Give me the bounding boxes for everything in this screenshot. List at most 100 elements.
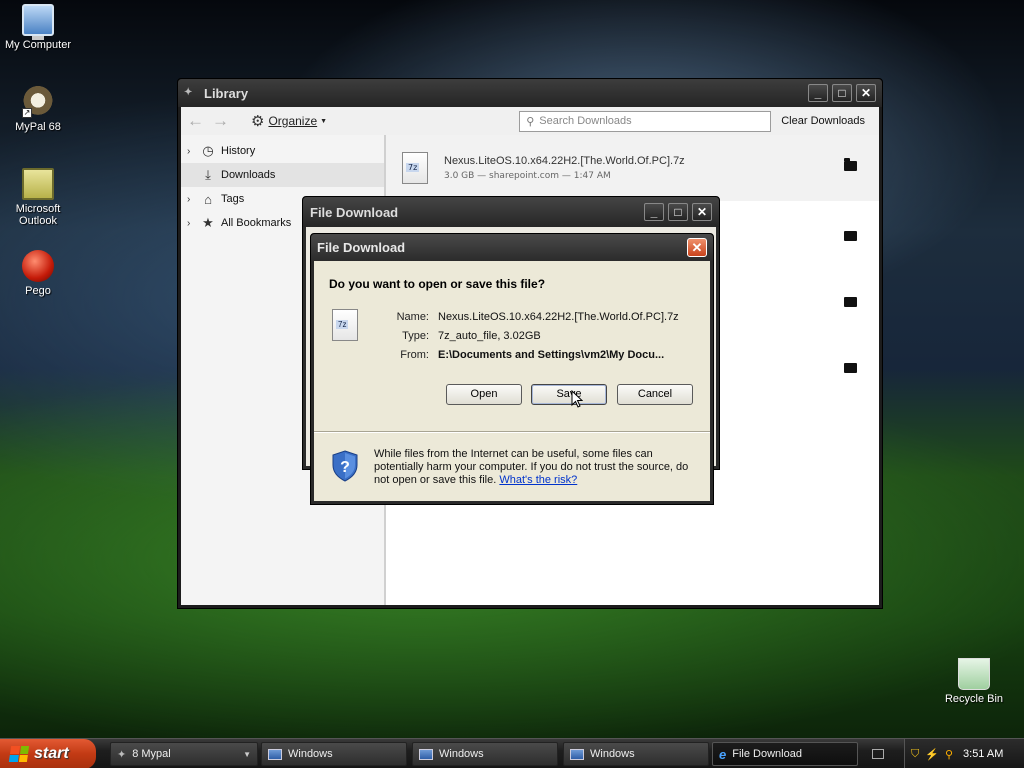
sidebar-item-label: History xyxy=(221,145,256,157)
from-label: From: xyxy=(400,349,429,361)
search-icon: ⚲ xyxy=(526,115,535,128)
library-toolbar: ← → ⚙ Organize ▼ ⚲ Search Downloads Clea… xyxy=(181,107,879,135)
taskbar-item-label: 8 Mypal xyxy=(132,748,171,760)
taskbar-item-windows-2[interactable]: Windows xyxy=(412,742,558,766)
window-icon xyxy=(419,748,433,760)
taskbar-item-file-download[interactable]: e File Download xyxy=(712,742,858,766)
close-button[interactable]: ✕ xyxy=(692,203,712,221)
save-button[interactable]: Save xyxy=(531,384,607,405)
open-button[interactable]: Open xyxy=(446,384,522,405)
search-downloads-input[interactable]: ⚲ Search Downloads xyxy=(519,110,772,132)
computer-icon xyxy=(22,4,54,40)
sidebar-item-history[interactable]: › ◷ History xyxy=(181,139,384,163)
forward-arrow-icon[interactable]: → xyxy=(212,111,229,131)
desktop-icon-mypal[interactable]: ↗ MyPal 68 xyxy=(0,86,78,133)
name-label: Name: xyxy=(396,311,429,323)
download-name: Nexus.LiteOS.10.x64.22H2.[The.World.Of.P… xyxy=(444,155,685,167)
sidebar-item-label: All Bookmarks xyxy=(221,217,292,229)
mypal-icon: ✦ xyxy=(117,748,127,761)
file-from-row: From: E:\Documents and Settings\vm2\My D… xyxy=(374,349,664,361)
chevron-right-icon[interactable]: › xyxy=(187,194,199,205)
internet-explorer-icon: e xyxy=(719,746,727,762)
taskbar-item-mypal[interactable]: ✦ 8 Mypal ▼ xyxy=(110,742,258,766)
type-label: Type: xyxy=(402,330,429,342)
desktop-icon-label: My Computer xyxy=(4,39,72,51)
taskbar-item-windows-3[interactable]: Windows xyxy=(563,742,709,766)
file-download-title: File Download xyxy=(317,240,406,255)
start-button[interactable]: start xyxy=(0,739,96,768)
taskbar-item-label: Windows xyxy=(590,748,635,760)
clock-icon: ◷ xyxy=(202,143,214,158)
file-download-outer-titlebar[interactable]: File Download _ □ ✕ xyxy=(303,197,719,227)
pego-icon xyxy=(22,250,54,282)
sidebar-item-downloads[interactable]: ⤓ Downloads xyxy=(181,163,384,187)
mouse-cursor-icon xyxy=(571,390,583,408)
dropdown-arrow-icon: ▼ xyxy=(320,117,328,125)
taskbar-item-windows-1[interactable]: Windows xyxy=(261,742,407,766)
svg-text:?: ? xyxy=(340,459,350,476)
close-button[interactable]: ✕ xyxy=(687,238,707,257)
gear-icon: ⚙ xyxy=(251,113,265,130)
taskbar-item-label: File Download xyxy=(732,748,802,760)
sidebar-item-label: Downloads xyxy=(221,169,276,181)
download-meta: 3.0 GB — sharepoint.com — 1:47 AM xyxy=(444,171,611,181)
desktop-icon-recycle-bin[interactable]: Recycle Bin xyxy=(934,658,1014,705)
chevron-right-icon[interactable]: › xyxy=(187,218,199,229)
start-label: start xyxy=(34,745,69,762)
folder-icon[interactable] xyxy=(844,297,857,307)
taskbar-item-label: Windows xyxy=(439,748,484,760)
library-titlebar[interactable]: ✦ Library _ □ ✕ xyxy=(178,79,882,107)
minimize-button[interactable]: _ xyxy=(808,84,828,102)
archive-file-icon xyxy=(402,152,428,184)
desktop-icon-pego[interactable]: Pego xyxy=(0,250,78,297)
window-icon xyxy=(570,748,584,760)
search-icon[interactable]: ⚲ xyxy=(945,748,953,761)
type-value: 7z_auto_file, 3.02GB xyxy=(438,330,541,342)
cancel-button[interactable]: Cancel xyxy=(617,384,693,405)
desktop-icon-outlook[interactable]: Microsoft Outlook xyxy=(0,168,78,227)
back-arrow-icon[interactable]: ← xyxy=(187,111,204,131)
window-icon xyxy=(268,748,282,760)
mypal-icon: ✦ xyxy=(184,87,193,98)
whats-the-risk-link[interactable]: What's the risk? xyxy=(499,474,577,486)
dropdown-arrow-icon: ▼ xyxy=(243,749,251,759)
folder-icon[interactable] xyxy=(844,158,857,171)
warning-text: While files from the Internet can be use… xyxy=(374,448,704,487)
organize-button[interactable]: ⚙ Organize ▼ xyxy=(251,112,327,130)
folder-icon[interactable] xyxy=(844,363,857,373)
archive-file-icon xyxy=(332,309,358,341)
close-button[interactable]: ✕ xyxy=(856,84,876,102)
file-download-dialog: File Download ✕ Do you want to open or s… xyxy=(310,233,714,505)
chevron-right-icon[interactable]: › xyxy=(187,146,199,157)
security-shield-icon[interactable]: ⛉ xyxy=(911,748,919,761)
desktop-icon-label: Pego xyxy=(25,285,51,297)
network-icon[interactable]: ⚡ xyxy=(925,748,939,761)
download-icon: ⤓ xyxy=(205,167,211,182)
file-download-outer-title: File Download xyxy=(310,204,399,220)
outlook-icon xyxy=(22,168,54,200)
desktop-icon-label: Microsoft Outlook xyxy=(15,203,61,227)
keyboard-icon[interactable] xyxy=(872,749,884,759)
system-tray: ⛉ ⚡ ⚲ 3:51 AM xyxy=(904,739,1024,768)
taskbar-item-label: Windows xyxy=(288,748,333,760)
clear-downloads-button[interactable]: Clear Downloads xyxy=(781,115,865,127)
desktop-icon-my-computer[interactable]: My Computer xyxy=(0,4,78,51)
clock: 3:51 AM xyxy=(963,748,1004,760)
desktop-icon-label: Recycle Bin xyxy=(944,693,1004,705)
organize-label: Organize xyxy=(268,114,318,128)
download-question: Do you want to open or save this file? xyxy=(329,277,546,291)
name-value: Nexus.LiteOS.10.x64.22H2.[The.World.Of.P… xyxy=(438,311,679,323)
maximize-button[interactable]: □ xyxy=(832,84,852,102)
file-download-titlebar[interactable]: File Download ✕ xyxy=(311,234,713,261)
mypal-icon: ↗ xyxy=(22,86,54,118)
file-name-row: Name: Nexus.LiteOS.10.x64.22H2.[The.Worl… xyxy=(374,311,679,323)
folder-icon[interactable] xyxy=(844,231,857,241)
windows-logo-icon xyxy=(8,746,30,762)
security-shield-icon: ? xyxy=(332,450,358,482)
download-item[interactable]: Nexus.LiteOS.10.x64.22H2.[The.World.Of.P… xyxy=(386,135,879,201)
sidebar-item-label: Tags xyxy=(221,193,245,205)
minimize-button[interactable]: _ xyxy=(644,203,664,221)
star-icon: ★ xyxy=(202,215,214,230)
maximize-button[interactable]: □ xyxy=(668,203,688,221)
library-title: Library xyxy=(204,85,249,101)
